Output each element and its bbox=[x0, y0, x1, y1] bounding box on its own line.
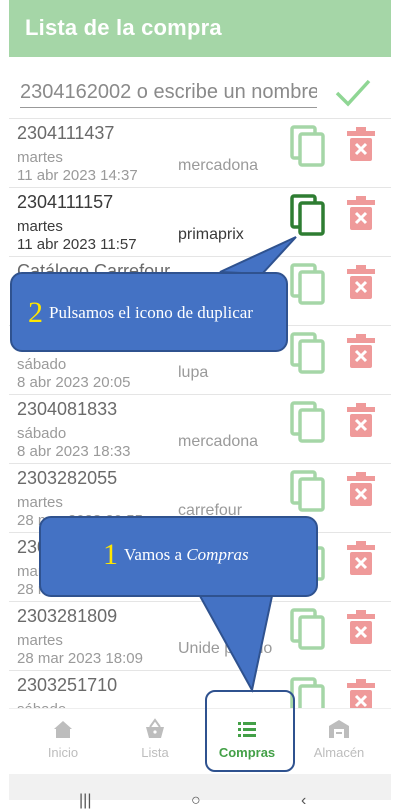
warehouse-icon bbox=[329, 720, 349, 738]
callout-number: 1 bbox=[103, 538, 118, 571]
back-system-icon[interactable]: ‹ bbox=[301, 792, 306, 810]
compras-highlight bbox=[205, 690, 295, 772]
home-icon bbox=[54, 721, 72, 738]
nav-label: Lista bbox=[141, 745, 169, 760]
callout-text: Vamos a Compras bbox=[124, 545, 249, 564]
purchases-callout: 1 Vamos a Compras bbox=[39, 516, 318, 597]
purchase-shop: primaprix bbox=[178, 226, 244, 243]
purchase-shop: mercadona bbox=[178, 157, 259, 174]
purchase-code: 2304081833 bbox=[17, 399, 118, 419]
duplicate-icon[interactable] bbox=[290, 263, 326, 305]
duplicate-callout: 2 Pulsamos el icono de duplicar bbox=[10, 272, 288, 352]
duplicate-icon[interactable] bbox=[290, 332, 326, 374]
purchase-code: 2303281809 bbox=[17, 606, 118, 626]
home-system-icon[interactable]: ○ bbox=[191, 792, 201, 810]
callout-number: 2 bbox=[28, 296, 43, 329]
list-item[interactable]: 2304111157 martes 11 abr 2023 11:57 prim… bbox=[9, 187, 391, 256]
purchase-day: martes bbox=[17, 218, 63, 235]
purchase-date: 28 mar 2023 18:09 bbox=[17, 650, 143, 667]
basket-icon bbox=[146, 718, 164, 738]
delete-icon[interactable] bbox=[347, 265, 375, 299]
nav-item-inicio[interactable]: Inicio bbox=[17, 709, 109, 775]
purchase-day: martes bbox=[17, 494, 63, 511]
purchase-day: sábado bbox=[17, 425, 67, 442]
delete-icon[interactable] bbox=[347, 403, 375, 437]
recent-apps-icon[interactable]: ||| bbox=[79, 792, 91, 810]
bottom-navigation: Inicio Lista Compras Almacén bbox=[9, 708, 391, 774]
delete-icon[interactable] bbox=[347, 541, 375, 575]
delete-icon[interactable] bbox=[347, 196, 375, 230]
nav-label: Almacén bbox=[313, 745, 365, 760]
duplicate-icon[interactable] bbox=[290, 125, 326, 167]
duplicate-icon[interactable] bbox=[290, 608, 326, 650]
purchase-date: 11 abr 2023 11:57 bbox=[17, 236, 137, 253]
purchase-day: martes bbox=[17, 149, 63, 166]
duplicate-icon[interactable] bbox=[290, 401, 326, 443]
purchase-list: 2304111437 martes 11 abr 2023 14:37 merc… bbox=[9, 118, 391, 739]
list-item[interactable]: 2303281809 martes 28 mar 2023 18:09 Unid… bbox=[9, 601, 391, 670]
purchase-code: 2304111437 bbox=[17, 123, 115, 143]
purchase-date: 8 abr 2023 18:33 bbox=[17, 443, 131, 460]
search-row bbox=[9, 70, 391, 116]
purchase-day: martes bbox=[17, 632, 63, 649]
delete-icon[interactable] bbox=[347, 472, 375, 506]
purchase-shop: lupa bbox=[178, 364, 209, 381]
purchase-date: 8 abr 2023 20:05 bbox=[17, 374, 131, 391]
search-input[interactable] bbox=[20, 78, 317, 108]
check-icon[interactable] bbox=[334, 74, 372, 112]
delete-icon[interactable] bbox=[347, 127, 375, 161]
duplicate-icon[interactable] bbox=[290, 194, 326, 236]
list-item[interactable]: 2304111437 martes 11 abr 2023 14:37 merc… bbox=[9, 118, 391, 187]
purchase-shop: mercadona bbox=[178, 433, 259, 450]
app-bar: Lista de la compra bbox=[9, 0, 391, 57]
callout-text: Pulsamos el icono de duplicar bbox=[49, 303, 253, 322]
purchase-code: 2303251710 bbox=[17, 675, 118, 695]
system-navigation-bar: ||| ○ ‹ bbox=[9, 774, 391, 809]
delete-icon[interactable] bbox=[347, 334, 375, 368]
purchase-shop: Unide pueblo bbox=[178, 640, 273, 657]
purchase-day: sábado bbox=[17, 356, 67, 373]
nav-label: Inicio bbox=[47, 745, 79, 760]
delete-icon[interactable] bbox=[347, 610, 375, 644]
purchase-date: 11 abr 2023 14:37 bbox=[17, 167, 138, 184]
nav-item-almacén[interactable]: Almacén bbox=[293, 709, 385, 775]
duplicate-icon[interactable] bbox=[290, 470, 326, 512]
list-item[interactable]: 2304081833 sábado 8 abr 2023 18:33 merca… bbox=[9, 394, 391, 463]
purchase-code: 2303282055 bbox=[17, 468, 118, 488]
app-title: Lista de la compra bbox=[25, 15, 222, 40]
purchase-code: 2304111157 bbox=[17, 192, 114, 212]
nav-item-lista[interactable]: Lista bbox=[109, 709, 201, 775]
